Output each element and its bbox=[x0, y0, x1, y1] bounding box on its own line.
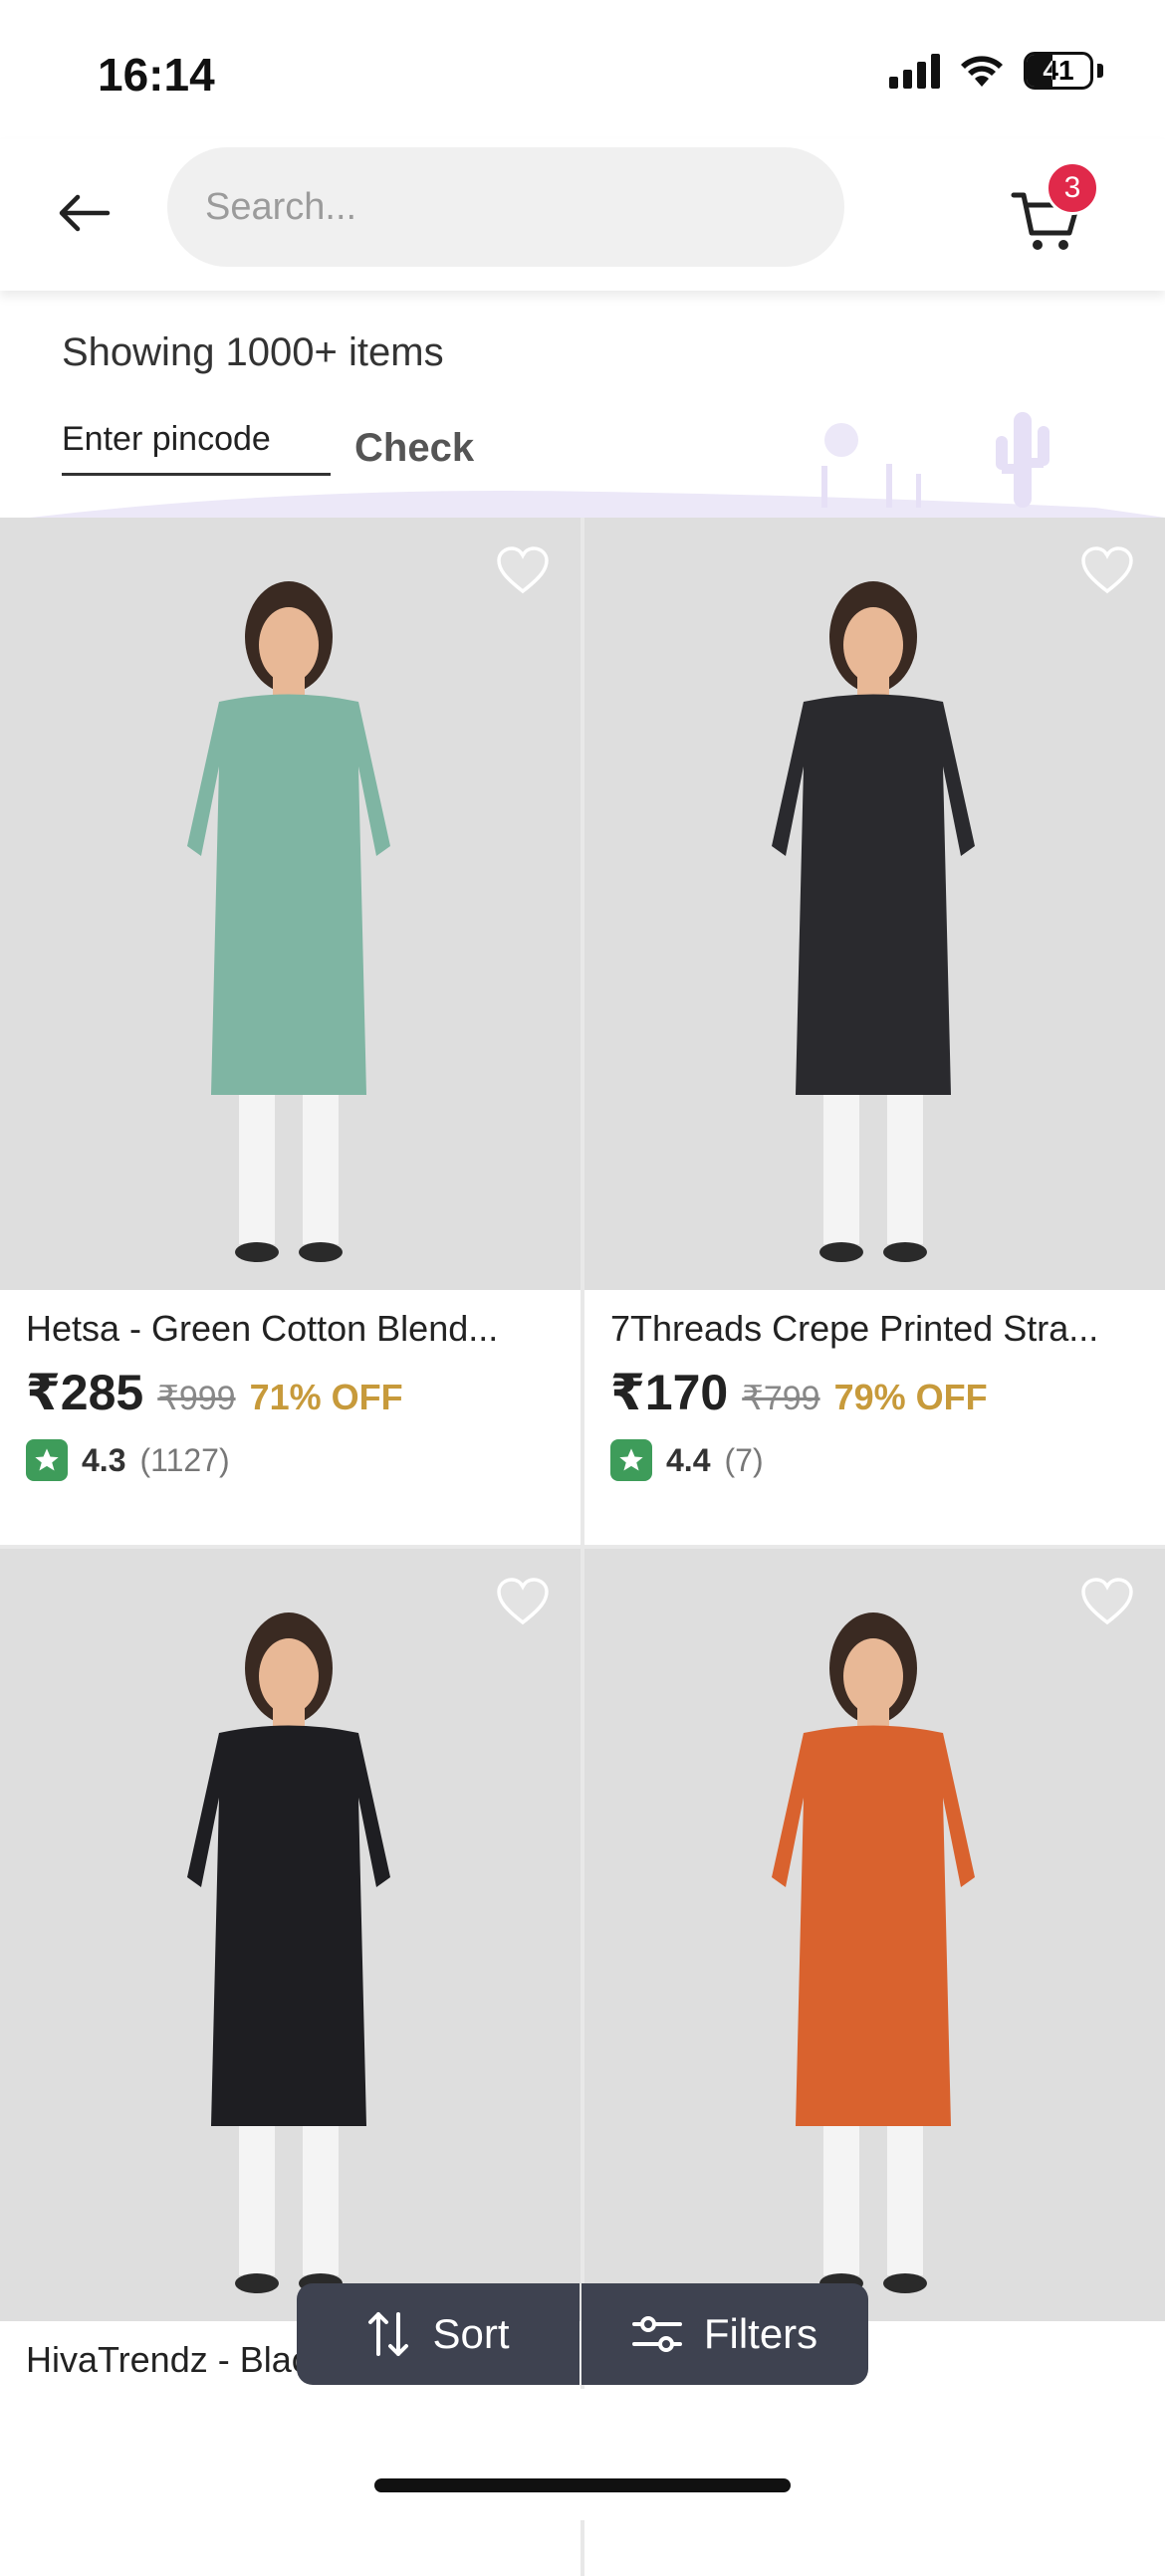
result-count: Showing 1000+ items bbox=[62, 330, 444, 374]
top-header: 3 bbox=[0, 139, 1165, 291]
battery-icon: 41 bbox=[1024, 52, 1093, 90]
product-price: ₹170 bbox=[610, 1365, 729, 1420]
model-figure-icon bbox=[584, 1549, 1165, 2321]
search-bar[interactable] bbox=[167, 147, 844, 267]
bottom-safe-area bbox=[0, 2389, 1165, 2520]
desert-illustration bbox=[30, 412, 1165, 518]
product-card[interactable]: Hetsa - Green Cotton Blend... ₹285 ₹999 … bbox=[0, 518, 581, 1545]
product-grid: Hetsa - Green Cotton Blend... ₹285 ₹999 … bbox=[0, 518, 1165, 2576]
product-image[interactable] bbox=[0, 1549, 581, 2321]
sort-button[interactable]: Sort bbox=[297, 2283, 580, 2385]
wishlist-heart-icon[interactable] bbox=[495, 543, 551, 599]
status-icons: 41 bbox=[889, 52, 1103, 90]
product-rating: 4.4 bbox=[666, 1441, 711, 1478]
product-mrp: ₹999 bbox=[157, 1380, 236, 1417]
price-row: ₹285 ₹999 71% OFF bbox=[26, 1364, 403, 1421]
product-discount: 79% OFF bbox=[833, 1377, 988, 1417]
status-bar: 16:14 41 bbox=[0, 0, 1165, 139]
search-input[interactable] bbox=[205, 185, 844, 229]
rating-row: 4.3 (1127) bbox=[26, 1439, 230, 1481]
back-arrow-icon bbox=[59, 194, 111, 232]
model-figure-icon bbox=[0, 1549, 581, 2321]
sort-filter-bar: Sort Filters bbox=[297, 2283, 868, 2385]
back-button[interactable] bbox=[52, 181, 116, 245]
product-title: 7Threads Crepe Printed Stra... bbox=[610, 1308, 1099, 1349]
wifi-icon bbox=[961, 56, 1003, 87]
sort-label: Sort bbox=[432, 2310, 510, 2357]
status-time: 16:14 bbox=[98, 49, 215, 101]
product-title: Hetsa - Green Cotton Blend... bbox=[26, 1308, 499, 1349]
model-figure-icon bbox=[584, 518, 1165, 1290]
star-icon bbox=[26, 1439, 68, 1481]
cart-count-badge: 3 bbox=[1046, 161, 1099, 215]
wishlist-heart-icon[interactable] bbox=[1079, 543, 1135, 599]
wishlist-heart-icon[interactable] bbox=[1079, 1575, 1135, 1630]
rating-row: 4.4 (7) bbox=[610, 1439, 764, 1481]
results-info: Showing 1000+ items Enter pincode Check bbox=[0, 291, 1165, 518]
product-image[interactable] bbox=[584, 1549, 1165, 2321]
review-count: (1127) bbox=[139, 1441, 230, 1478]
home-indicator bbox=[374, 2478, 791, 2492]
product-card[interactable]: 7Threads Crepe Printed Stra... ₹170 ₹799… bbox=[584, 518, 1165, 1545]
sort-icon bbox=[368, 2312, 409, 2356]
filters-button[interactable]: Filters bbox=[582, 2283, 868, 2385]
star-icon bbox=[610, 1439, 652, 1481]
filters-icon bbox=[631, 2316, 682, 2352]
product-discount: 71% OFF bbox=[249, 1377, 403, 1417]
price-row: ₹170 ₹799 79% OFF bbox=[610, 1364, 988, 1421]
filters-label: Filters bbox=[703, 2310, 818, 2357]
product-image[interactable] bbox=[0, 518, 581, 1290]
battery-level: 41 bbox=[1043, 55, 1074, 86]
product-mrp: ₹799 bbox=[742, 1380, 820, 1417]
product-image[interactable] bbox=[584, 518, 1165, 1290]
signal-icon bbox=[889, 53, 940, 89]
wishlist-heart-icon[interactable] bbox=[495, 1575, 551, 1630]
review-count: (7) bbox=[724, 1441, 764, 1478]
model-figure-icon bbox=[0, 518, 581, 1290]
product-rating: 4.3 bbox=[82, 1441, 126, 1478]
product-price: ₹285 bbox=[26, 1365, 144, 1420]
